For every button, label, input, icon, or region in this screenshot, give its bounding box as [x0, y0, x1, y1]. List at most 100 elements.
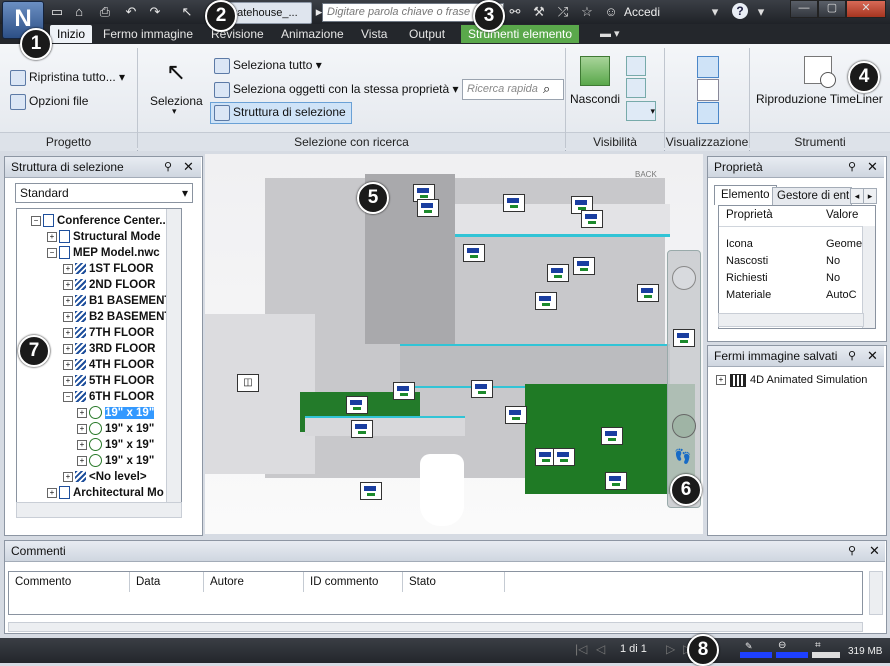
element-marker-icon[interactable]	[346, 396, 368, 414]
expand-icon[interactable]: +	[63, 279, 73, 290]
pin-icon[interactable]: ⚲	[848, 544, 856, 557]
element-marker-icon[interactable]	[553, 448, 575, 466]
help-icon[interactable]: ?	[732, 3, 748, 19]
quick-properties-icon[interactable]	[697, 79, 719, 101]
property-row[interactable]: Richiesti No	[719, 271, 863, 288]
expand-icon[interactable]: +	[47, 231, 57, 242]
expand-icon[interactable]: +	[77, 407, 87, 418]
hide-button[interactable]: Nascondi	[570, 90, 620, 108]
tree-node[interactable]: +19" x 19"	[77, 421, 154, 437]
close-panel-icon[interactable]: ✕	[867, 346, 878, 366]
tree-vertical-scrollbar[interactable]	[166, 209, 181, 517]
comments-horizontal-scrollbar[interactable]	[8, 622, 863, 632]
tree-node[interactable]: + B1 BASEMENT	[63, 293, 171, 309]
element-marker-icon[interactable]	[471, 380, 493, 398]
print-icon[interactable]: ⎙	[96, 3, 114, 21]
tab-gestore-entita[interactable]: Gestore di ent	[772, 187, 852, 206]
previous-page-icon[interactable]: ◁	[596, 642, 605, 656]
tab-scroll-left-icon[interactable]: ◂	[850, 188, 864, 204]
tab-vista[interactable]: Vista	[354, 25, 394, 43]
expand-icon[interactable]: +	[63, 359, 73, 370]
element-marker-icon[interactable]	[605, 472, 627, 490]
column-header-stato[interactable]: Stato	[403, 572, 505, 592]
expand-icon[interactable]: +	[63, 311, 73, 322]
expand-icon[interactable]: +	[63, 343, 73, 354]
element-marker-icon[interactable]	[463, 244, 485, 262]
element-marker-icon[interactable]	[503, 194, 525, 212]
saved-view-item[interactable]: +4D Animated Simulation	[714, 371, 880, 389]
expand-icon[interactable]: +	[63, 471, 73, 482]
element-marker-icon[interactable]	[393, 382, 415, 400]
element-marker-icon[interactable]	[673, 329, 695, 347]
element-marker-icon[interactable]	[535, 292, 557, 310]
new-file-icon[interactable]: ▭	[48, 3, 66, 21]
collapse-icon[interactable]: −	[63, 391, 73, 402]
element-marker-icon[interactable]	[581, 210, 603, 228]
tree-node[interactable]: +19" x 19"	[77, 437, 154, 453]
file-options-button[interactable]: Opzioni file	[10, 92, 88, 110]
element-marker-icon[interactable]	[360, 482, 382, 500]
expand-icon[interactable]: +	[77, 423, 87, 434]
expand-icon[interactable]: +	[716, 375, 726, 386]
tree-node[interactable]: − 6TH FLOOR	[63, 389, 154, 405]
expand-icon[interactable]: +	[77, 439, 87, 450]
help-dropdown-icon[interactable]: ▾	[752, 3, 770, 21]
collapse-icon[interactable]: −	[47, 247, 57, 258]
wrench-icon[interactable]: ⚒	[530, 3, 548, 21]
column-header-autore[interactable]: Autore	[204, 572, 304, 592]
sign-in-link[interactable]: Accedi	[624, 3, 660, 21]
open-file-icon[interactable]: ⌂	[70, 3, 88, 21]
tree-mode-select[interactable]: Standard ▾	[15, 183, 193, 203]
require-icon[interactable]	[626, 56, 646, 76]
links-icon[interactable]	[697, 56, 719, 78]
collapse-icon[interactable]: −	[31, 215, 41, 226]
reset-all-button[interactable]: Ripristina tutto... ▾	[10, 68, 125, 86]
tree-node[interactable]: + <No level>	[63, 469, 147, 485]
property-row[interactable]: Materiale AutoC	[719, 288, 863, 305]
tab-animazione[interactable]: Animazione	[274, 25, 351, 43]
element-marker-icon[interactable]	[601, 427, 623, 445]
element-marker-icon[interactable]	[505, 406, 527, 424]
properties-toggle-icon[interactable]	[697, 102, 719, 124]
undo-icon[interactable]: ↶	[122, 3, 140, 21]
tree-node[interactable]: + Architectural Mo	[47, 485, 164, 501]
tree-node[interactable]: + B2 BASEMENT	[63, 309, 171, 325]
element-marker-icon[interactable]	[573, 257, 595, 275]
close-panel-icon[interactable]: ✕	[183, 157, 194, 177]
tree-node[interactable]: +2ND FLOOR	[63, 277, 155, 293]
first-page-icon[interactable]: |◁	[575, 642, 587, 656]
unhide-all-icon[interactable]: ▾	[626, 101, 656, 121]
expand-icon[interactable]: +	[47, 487, 57, 498]
tree-node[interactable]: − MEP Model.nwc	[47, 245, 160, 261]
user-icon[interactable]: ☺	[602, 3, 620, 21]
tree-node[interactable]: +7TH FLOOR	[63, 325, 154, 341]
favorites-star-icon[interactable]: ☆	[578, 3, 596, 21]
select-cursor-icon[interactable]: ↖	[178, 3, 196, 21]
element-marker-icon[interactable]	[351, 420, 373, 438]
pin-icon[interactable]: ⚲	[848, 349, 856, 362]
expand-icon[interactable]: +	[63, 375, 73, 386]
property-row[interactable]: Icona Geome	[719, 237, 863, 254]
redo-icon[interactable]: ↷	[146, 3, 164, 21]
select-dropdown-icon[interactable]: ▾	[172, 106, 177, 117]
tree-horizontal-scrollbar[interactable]	[16, 502, 182, 518]
tab-inizio[interactable]: Inizio	[50, 25, 93, 43]
tab-fermo-immagine[interactable]: Fermo immagine	[96, 25, 200, 43]
orbit-icon[interactable]	[672, 414, 696, 438]
walk-icon[interactable]: 👣	[672, 448, 694, 470]
close-window-button[interactable]: ✕	[846, 0, 886, 18]
expand-icon[interactable]: +	[63, 263, 73, 274]
tab-elemento[interactable]: Elemento	[714, 185, 777, 205]
tree-node[interactable]: +1ST FLOOR	[63, 261, 154, 277]
property-row[interactable]: Nascosti No	[719, 254, 863, 271]
exchange-icon[interactable]: ⤮	[554, 3, 572, 21]
quick-search-icon[interactable]: ⌕	[543, 81, 550, 97]
element-marker-icon[interactable]	[417, 199, 439, 217]
pin-icon[interactable]: ⚲	[164, 160, 172, 173]
section-plane-icon[interactable]: ◫	[237, 374, 259, 392]
tab-output[interactable]: Output	[402, 25, 452, 43]
steering-wheel-icon[interactable]	[672, 266, 696, 290]
tree-node[interactable]: +19" x 19"	[77, 453, 154, 469]
tab-scroll-right-icon[interactable]: ▸	[863, 188, 877, 204]
tree-node[interactable]: +4TH FLOOR	[63, 357, 154, 373]
